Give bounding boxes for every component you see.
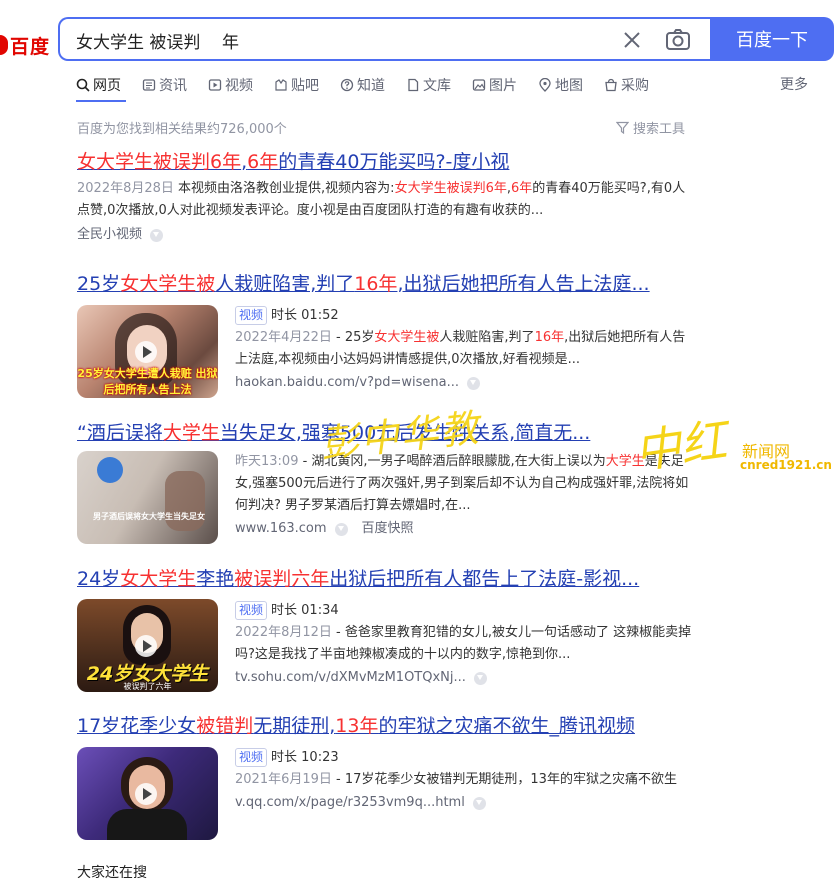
result-body: 视频 时长 10:23 2021年6月19日 - 17岁花季少女被错判无期徒刑，1…	[235, 746, 697, 813]
chevron-down-icon[interactable]	[473, 671, 487, 685]
chevron-down-icon[interactable]	[472, 796, 486, 810]
paw-icon	[0, 35, 8, 55]
tieba-icon	[275, 79, 287, 91]
tab-wenku[interactable]: 文库	[406, 74, 451, 96]
tab-images[interactable]: 图片	[472, 74, 517, 96]
filter-icon	[616, 121, 629, 134]
result-description: 2022年8月12日 - 爸爸家里教育犯错的女儿,被女儿一句话感动了 这辣椒能卖…	[235, 625, 692, 662]
result-source[interactable]: haokan.baidu.com/v?pd=wisena...	[235, 373, 697, 393]
search-result: 24岁女大学生李艳被误判六年出狱后把所有人都告上了法庭-影视... 24岁女大学…	[77, 567, 697, 692]
search-tools-button[interactable]: 搜索工具	[616, 118, 685, 137]
video-thumbnail[interactable]: 25岁女大学生遭人栽赃 出狱后把所有人告上法	[77, 305, 218, 398]
video-tag: 视频	[235, 748, 268, 767]
search-input[interactable]	[76, 28, 596, 52]
question-icon	[340, 78, 354, 92]
tab-more[interactable]: 更多	[780, 74, 808, 94]
result-description: 2022年8月28日 本视频由洛洛教创业提供,视频内容为:女大学生被误判6年,6…	[77, 181, 686, 218]
result-description: 2022年4月22日 - 25岁女大学生被人栽赃陷害,判了16年,出狱后她把所有…	[235, 330, 686, 367]
tab-purchase[interactable]: 采购	[604, 74, 649, 96]
result-source[interactable]: v.qq.com/x/page/r3253vm9q...html	[235, 793, 697, 813]
result-body: 昨天13:09 - 湖北黄冈,一男子喝醉酒后醉眼朦胧,在大街上误以为大学生是失足…	[235, 451, 697, 539]
news-icon	[142, 79, 156, 91]
video-tag: 视频	[235, 306, 268, 325]
chevron-down-icon[interactable]	[467, 376, 481, 390]
search-result: 25岁女大学生被人栽赃陷害,判了16年,出狱后她把所有人告上法庭... 25岁女…	[77, 272, 697, 398]
tab-zhidao[interactable]: 知道	[340, 74, 385, 96]
search-box	[58, 17, 714, 61]
result-source[interactable]: tv.sohu.com/v/dXMvMzM1OTQxNj...	[235, 668, 697, 688]
shopping-icon	[605, 78, 617, 92]
chevron-down-icon[interactable]	[334, 522, 348, 536]
tab-map[interactable]: 地图	[538, 74, 583, 96]
tab-tieba[interactable]: 贴吧	[274, 74, 319, 96]
result-title-link[interactable]: 17岁花季少女被错判无期徒刑,13年的牢狱之灾痛不欲生_腾讯视频	[77, 714, 697, 738]
result-source[interactable]: www.163.com 百度快照	[235, 519, 697, 539]
video-icon	[208, 79, 222, 91]
map-pin-icon	[539, 78, 551, 92]
search-icon	[76, 78, 90, 92]
result-body: 视频 时长 01:52 2022年4月22日 - 25岁女大学生被人栽赃陷害,判了…	[235, 304, 697, 393]
image-icon	[472, 79, 486, 91]
result-title-link[interactable]: 25岁女大学生被人栽赃陷害,判了16年,出狱后她把所有人告上法庭...	[77, 272, 697, 296]
search-tabs: 网页 资讯 视频 贴吧 知道 文库 图片 地图 采购	[76, 74, 670, 96]
tab-web[interactable]: 网页	[76, 74, 121, 96]
result-body: 视频 时长 01:34 2022年8月12日 - 爸爸家里教育犯错的女儿,被女儿一…	[235, 599, 697, 688]
search-button[interactable]: 百度一下	[710, 17, 834, 61]
result-title-link[interactable]: 女大学生被误判6年,6年的青春40万能买吗?-度小视	[77, 150, 697, 174]
baidu-logo[interactable]: 百度	[0, 30, 50, 60]
search-result: 女大学生被误判6年,6年的青春40万能买吗?-度小视 2022年8月28日 本视…	[77, 150, 697, 245]
result-source[interactable]: 全民小视频	[77, 225, 697, 245]
document-icon	[408, 78, 419, 92]
header: 百度 百度一下	[0, 0, 837, 80]
result-description: 2021年6月19日 - 17岁花季少女被错判无期徒刑，13年的牢狱之灾痛不欲生	[235, 772, 677, 787]
also-search-heading: 大家还在搜	[77, 865, 147, 881]
video-thumbnail[interactable]	[77, 747, 218, 840]
result-title-link[interactable]: 24岁女大学生李艳被误判六年出狱后把所有人都告上了法庭-影视...	[77, 567, 697, 591]
search-result: 17岁花季少女被错判无期徒刑,13年的牢狱之灾痛不欲生_腾讯视频 视频 时长 10…	[77, 714, 697, 844]
result-description: 昨天13:09 - 湖北黄冈,一男子喝醉酒后醉眼朦胧,在大街上误以为大学生是失足…	[235, 454, 689, 513]
video-tag: 视频	[235, 601, 268, 620]
video-thumbnail[interactable]: 24岁女大学生 被误判了六年	[77, 599, 218, 692]
chevron-down-icon[interactable]	[150, 228, 164, 242]
play-icon	[135, 783, 157, 805]
tab-video[interactable]: 视频	[208, 74, 253, 96]
watermark-url: cnred1921.cn	[740, 458, 832, 472]
snapshot-link[interactable]: 百度快照	[362, 519, 414, 539]
article-thumbnail[interactable]: 男子酒后误将女大学生当失足女	[77, 451, 218, 544]
result-count: 百度为您找到相关结果约726,000个	[77, 122, 287, 137]
close-icon[interactable]	[622, 30, 642, 50]
play-icon	[135, 635, 157, 657]
news-logo-icon	[97, 457, 123, 483]
play-icon	[135, 341, 157, 363]
watermark-logo: 中红	[631, 412, 730, 480]
tab-news[interactable]: 资讯	[142, 74, 187, 96]
camera-icon[interactable]	[666, 29, 690, 51]
active-tab-indicator	[76, 100, 126, 102]
